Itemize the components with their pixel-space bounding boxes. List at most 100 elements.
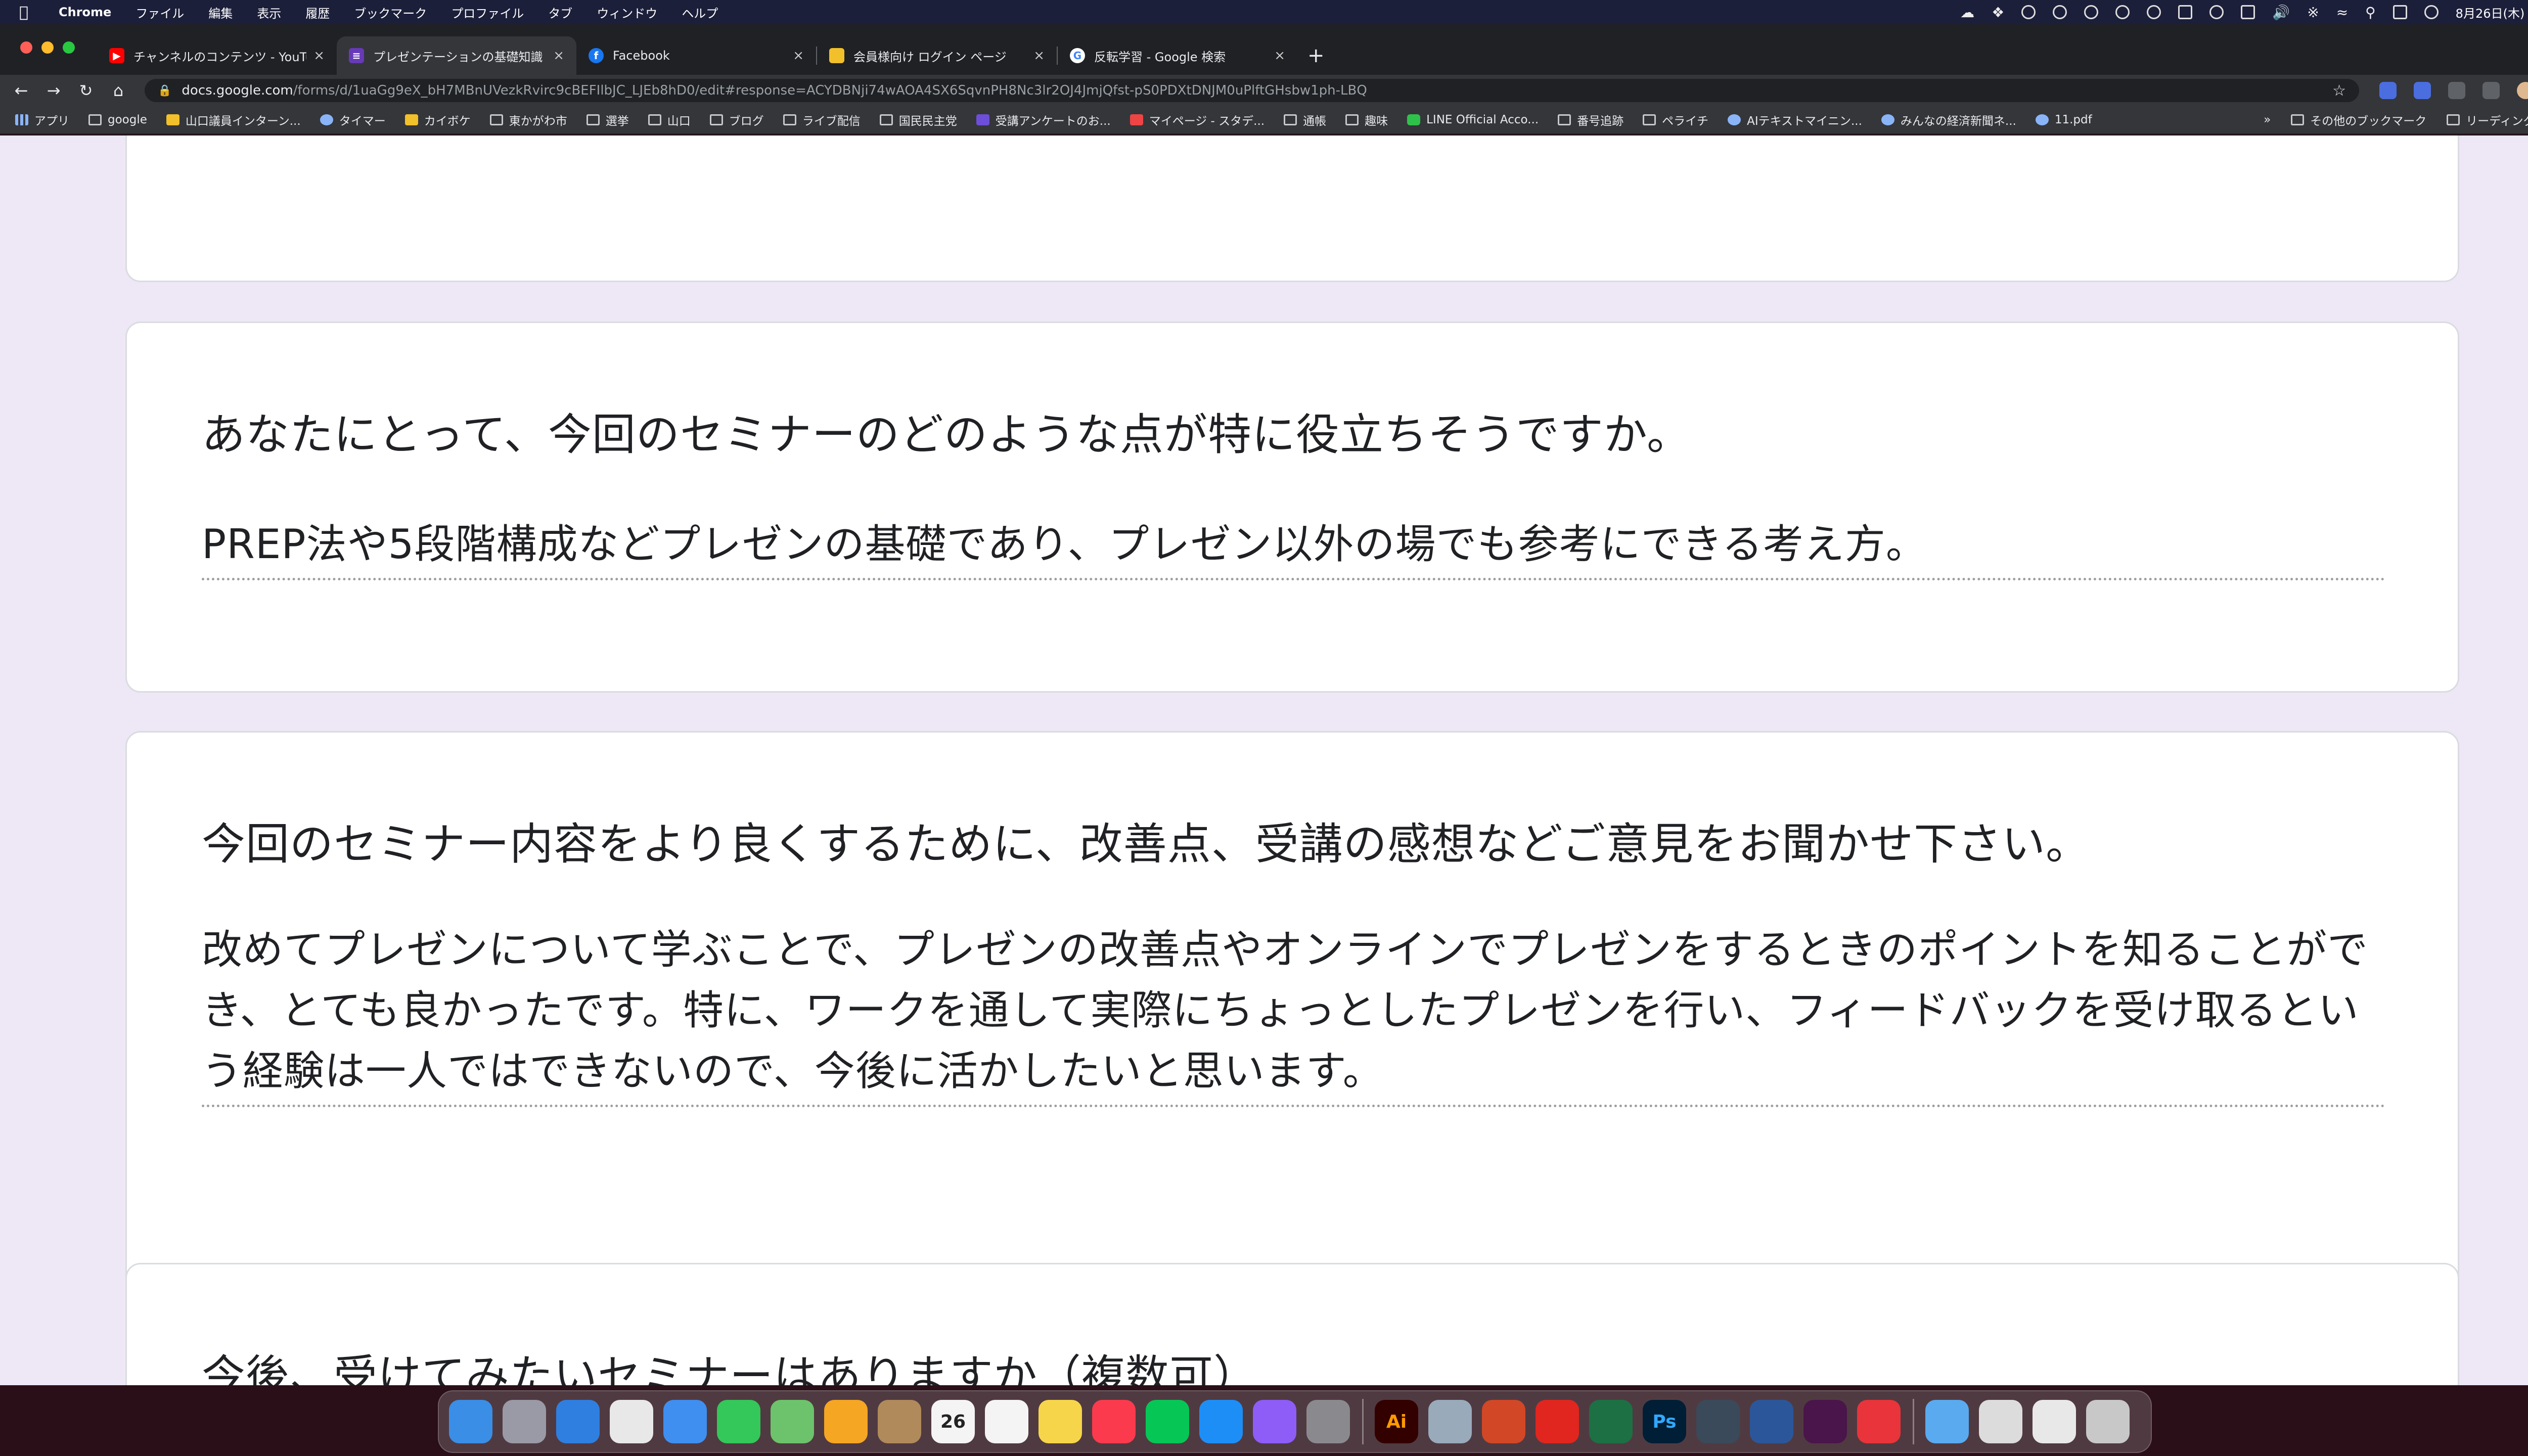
notes-icon[interactable] xyxy=(1039,1400,1082,1443)
speedtest-icon[interactable] xyxy=(1857,1400,1901,1443)
contacts-icon[interactable] xyxy=(878,1400,921,1443)
bookmark-folder[interactable]: 選挙 xyxy=(586,111,629,128)
bookmark-link[interactable]: AIテキストマイニン... xyxy=(1728,111,1862,128)
close-icon[interactable]: × xyxy=(793,48,804,63)
control-center-icon[interactable] xyxy=(2392,5,2407,19)
bookmarks-overflow-button[interactable]: » xyxy=(2264,113,2271,126)
safari-icon[interactable] xyxy=(556,1400,600,1443)
reload-button[interactable]: ↻ xyxy=(70,81,102,100)
forward-button[interactable]: → xyxy=(37,81,70,100)
menu-file[interactable]: ファイル xyxy=(136,4,184,21)
menu-help[interactable]: ヘルプ xyxy=(682,4,718,21)
dropbox-icon[interactable]: ❖ xyxy=(1992,4,2004,21)
chrome-icon[interactable] xyxy=(610,1400,653,1443)
lock-icon[interactable]: 🔒 xyxy=(158,84,171,97)
bookmark-star-icon[interactable]: ☆ xyxy=(2332,82,2346,100)
excel-icon[interactable] xyxy=(1589,1400,1633,1443)
menu-tab[interactable]: タブ xyxy=(548,4,572,21)
vpn-icon[interactable] xyxy=(2084,5,2099,19)
input-source-icon[interactable] xyxy=(2241,5,2255,19)
siri-icon[interactable] xyxy=(2424,5,2439,19)
profile-avatar[interactable] xyxy=(2517,82,2528,99)
close-icon[interactable]: × xyxy=(553,48,564,63)
bookmark-link[interactable]: タイマー xyxy=(320,111,386,128)
bookmark-folder[interactable]: ブログ xyxy=(709,111,764,128)
downloads-icon[interactable] xyxy=(2033,1400,2076,1443)
menu-edit[interactable]: 編集 xyxy=(208,4,233,21)
quicktime-icon[interactable] xyxy=(1696,1400,1740,1443)
apple-menu-icon[interactable]:  xyxy=(19,4,43,21)
tab-facebook[interactable]: f Facebook × xyxy=(576,36,816,75)
bookmark-folder[interactable]: ライブ配信 xyxy=(783,111,861,128)
mail-icon[interactable] xyxy=(663,1400,707,1443)
calendar-icon[interactable]: 26 xyxy=(931,1400,975,1443)
tab-youtube[interactable]: ▶ チャンネルのコンテンツ - YouTube × xyxy=(97,36,337,75)
bookmark-link[interactable]: 山口議員インターン... xyxy=(166,111,301,128)
bookmark-link[interactable]: カイボケ xyxy=(404,111,471,128)
fullscreen-window-button[interactable] xyxy=(63,41,75,54)
menu-window[interactable]: ウィンドウ xyxy=(597,4,657,21)
illustrator-icon[interactable]: Ai xyxy=(1375,1400,1418,1443)
menu-clock[interactable]: 8月26日(木) 22:14 xyxy=(2456,4,2528,21)
screen-record-icon[interactable] xyxy=(2053,5,2067,19)
other-bookmarks[interactable]: その他のブックマーク xyxy=(2291,111,2426,128)
photos-icon[interactable] xyxy=(824,1400,868,1443)
bookmark-link[interactable]: みんなの経済新聞ネ... xyxy=(1881,111,2016,128)
tab-google-forms[interactable]: ≡ プレゼンテーションの基礎知識 - Google フォーム × xyxy=(337,36,576,75)
menu-view[interactable]: 表示 xyxy=(257,4,281,21)
bookmark-folder[interactable]: 山口 xyxy=(648,111,691,128)
slack-icon[interactable] xyxy=(1803,1400,1847,1443)
puzzle-icon[interactable] xyxy=(2482,82,2500,99)
documents-icon[interactable] xyxy=(1979,1400,2022,1443)
extension-icon[interactable] xyxy=(2379,82,2397,99)
bluetooth-icon[interactable]: ※ xyxy=(2307,4,2319,21)
menu-history[interactable]: 履歴 xyxy=(305,4,330,21)
menu-profiles[interactable]: プロファイル xyxy=(451,4,524,21)
close-window-button[interactable] xyxy=(20,41,32,54)
bookmark-folder[interactable]: 趣味 xyxy=(1345,111,1388,128)
bookmark-link[interactable]: 11.pdf xyxy=(2035,113,2092,126)
line-status-icon[interactable] xyxy=(2021,5,2036,19)
bookmark-folder[interactable]: 通帳 xyxy=(1284,111,1326,128)
music-icon[interactable] xyxy=(1092,1400,1136,1443)
app-store-icon[interactable] xyxy=(1199,1400,1243,1443)
powerpoint-icon[interactable] xyxy=(1482,1400,1525,1443)
at-sign-icon[interactable] xyxy=(2147,5,2161,19)
bookmark-link[interactable]: LINE Official Acco... xyxy=(1407,113,1539,126)
creative-cloud-icon[interactable] xyxy=(2115,5,2130,19)
tab-member-login[interactable]: 会員様向け ログイン ページ × xyxy=(817,36,1057,75)
minimize-window-button[interactable] xyxy=(41,41,54,54)
close-icon[interactable]: × xyxy=(313,48,325,63)
new-tab-button[interactable]: + xyxy=(1307,44,1325,67)
spotlight-search-icon[interactable]: ⚲ xyxy=(2365,4,2376,21)
acrobat-icon[interactable] xyxy=(1536,1400,1579,1443)
bookmark-folder[interactable]: 番号追跡 xyxy=(1558,111,1623,128)
preview-icon[interactable] xyxy=(1428,1400,1472,1443)
extension-icon[interactable] xyxy=(2448,82,2465,99)
folder-icon[interactable] xyxy=(1925,1400,1969,1443)
reading-list[interactable]: リーディング リスト xyxy=(2447,111,2528,128)
cloud-icon[interactable]: ☁ xyxy=(1960,4,1974,21)
messages-icon[interactable] xyxy=(717,1400,760,1443)
bookmark-folder[interactable]: 東かがわ市 xyxy=(489,111,567,128)
bookmark-link[interactable]: 受講アンケートのお... xyxy=(976,111,1111,128)
photoshop-icon[interactable]: Ps xyxy=(1643,1400,1686,1443)
bookmark-folder[interactable]: 国民民主党 xyxy=(879,111,957,128)
extension-icon[interactable] xyxy=(2414,82,2431,99)
bookmark-apps[interactable]: アプリ xyxy=(15,111,69,128)
close-icon[interactable]: × xyxy=(1033,48,1045,63)
wifi-icon[interactable]: ≈ xyxy=(2336,4,2348,21)
bookmark-link[interactable]: ペライチ xyxy=(1643,111,1708,128)
tab-google-search[interactable]: G 反転学習 - Google 検索 × xyxy=(1058,36,1297,75)
menu-bookmarks[interactable]: ブックマーク xyxy=(354,4,427,21)
maps-icon[interactable] xyxy=(771,1400,814,1443)
home-button[interactable]: ⌂ xyxy=(102,81,134,100)
reminders-icon[interactable] xyxy=(985,1400,1028,1443)
address-bar[interactable]: 🔒 docs.google.com /forms/d/1uaGg9eX_bH7M… xyxy=(145,79,2359,102)
back-button[interactable]: ← xyxy=(5,81,37,100)
window-manager-icon[interactable] xyxy=(2178,5,2193,19)
system-preferences-icon[interactable] xyxy=(1306,1400,1350,1443)
volume-icon[interactable]: 🔊 xyxy=(2272,4,2290,21)
trash-icon[interactable] xyxy=(2086,1400,2130,1443)
launchpad-icon[interactable] xyxy=(503,1400,546,1443)
